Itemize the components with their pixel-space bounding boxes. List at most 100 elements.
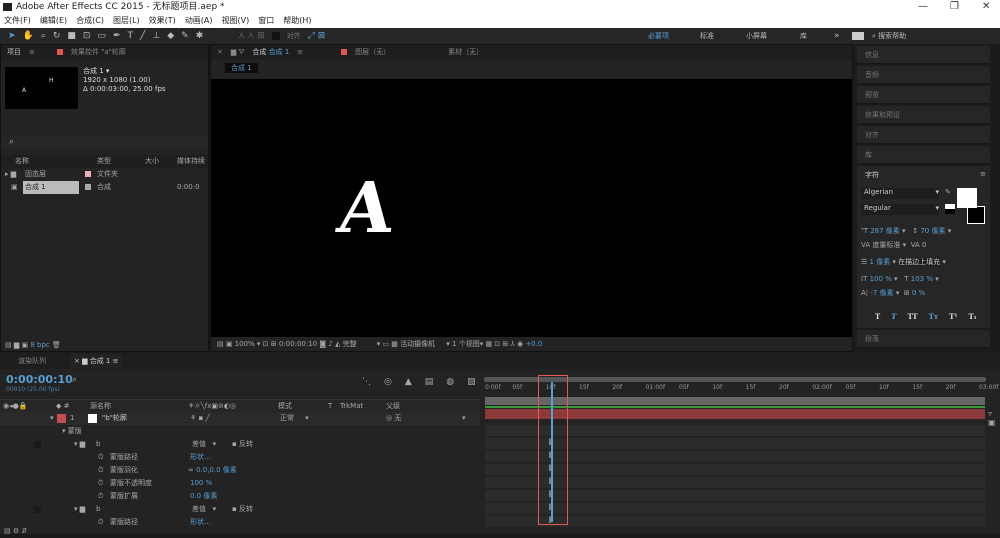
- camera-tool-icon[interactable]: ■: [67, 31, 76, 41]
- frame-blend-icon[interactable]: ▤: [425, 377, 434, 387]
- tracking-value[interactable]: 0: [922, 241, 926, 249]
- tsume-value[interactable]: 0 %: [912, 289, 925, 297]
- snapshot-icon[interactable]: ▤ ▣: [217, 340, 232, 348]
- font-family-dropdown[interactable]: Algerian ▾: [861, 188, 939, 199]
- rectangle-tool-icon[interactable]: ▭: [97, 31, 106, 41]
- stroke-width-value[interactable]: 1 像素: [870, 258, 891, 266]
- font-style-dropdown[interactable]: Regular ▾: [861, 204, 939, 215]
- clone-stamp-tool-icon[interactable]: ⊥: [152, 31, 160, 41]
- zoom-dropdown[interactable]: 100%: [235, 340, 255, 348]
- menu-layer[interactable]: 图层(L): [113, 14, 140, 28]
- menu-edit[interactable]: 编辑(E): [40, 14, 67, 28]
- mode-dropdown[interactable]: 正常 ▾: [280, 412, 309, 425]
- interpret-footage-icon[interactable]: ▤: [5, 341, 12, 349]
- subscript-button[interactable]: T₁: [968, 312, 976, 321]
- pan-behind-tool-icon[interactable]: ⊡: [83, 31, 91, 41]
- comp-flowchart-icon[interactable]: ⋱: [362, 377, 371, 387]
- menu-effect[interactable]: 效果(T): [149, 14, 176, 28]
- more-workspaces-icon[interactable]: »: [834, 31, 840, 41]
- panel-paragraph[interactable]: 段落: [857, 330, 990, 348]
- font-size-value[interactable]: 287 像素: [870, 227, 900, 235]
- axis-icons[interactable]: ⋏ ⋏ ⊞: [238, 31, 264, 41]
- workspace-library[interactable]: 库: [800, 31, 807, 41]
- kerning-value[interactable]: 度量标准: [872, 241, 900, 249]
- motion-blur-icon[interactable]: ◍: [446, 377, 454, 387]
- small-caps-button[interactable]: Tт: [929, 312, 939, 321]
- tab-effect-controls[interactable]: 效果控件 "a"轮廓: [71, 47, 126, 57]
- layer-row[interactable]: ▾ 1 "b"轮廓 ⚘ ▪ ╱ 正常 ▾ ◎ 无 ▾: [0, 412, 480, 425]
- baseline-shift-value[interactable]: -7 像素: [870, 289, 893, 297]
- camera-dropdown[interactable]: 活动摄像机: [400, 340, 435, 348]
- close-tab-icon[interactable]: ×: [217, 48, 223, 56]
- tab-project[interactable]: 项目: [7, 47, 21, 57]
- region-icon[interactable]: ⊡ ⊞: [263, 340, 277, 348]
- parent-dropdown[interactable]: ◎ 无: [386, 412, 401, 425]
- tab-composition[interactable]: 合成 合成 1: [252, 47, 289, 57]
- timeline-footer-icons[interactable]: ▤ ⚙ ⇵: [4, 525, 27, 538]
- faux-bold-button[interactable]: T: [875, 312, 880, 321]
- exposure-value[interactable]: +0.0: [525, 340, 542, 348]
- camera-icon[interactable]: ◙ ♪ ◭: [319, 340, 340, 348]
- graph-editor-icon[interactable]: ▨: [467, 377, 476, 387]
- mask-mode-dropdown[interactable]: 差值 ▾: [192, 503, 216, 516]
- roto-brush-tool-icon[interactable]: ✎: [181, 31, 189, 41]
- panel-menu-icon[interactable]: ≡: [980, 170, 986, 178]
- masks-group[interactable]: ▾ 蒙版: [62, 425, 82, 438]
- panel-align[interactable]: 对齐: [857, 126, 990, 144]
- maximize-button[interactable]: ❐: [950, 0, 959, 14]
- mask-path-value[interactable]: 形状...: [190, 451, 211, 464]
- col-duration[interactable]: 媒体持续: [177, 155, 205, 168]
- close-button[interactable]: ✕: [982, 0, 990, 14]
- col-type[interactable]: 类型: [97, 155, 111, 168]
- tab-layer[interactable]: 图层（无）: [355, 47, 390, 57]
- search-help-field[interactable]: ⌕ 搜索帮助: [872, 31, 906, 41]
- text-tool-icon[interactable]: T: [127, 31, 133, 41]
- delete-icon[interactable]: 🗑: [52, 341, 61, 349]
- menu-animation[interactable]: 动画(A): [185, 14, 213, 28]
- workspace-standard[interactable]: 标准: [700, 31, 714, 41]
- zoom-tool-icon[interactable]: ⌕: [41, 31, 46, 41]
- eraser-tool-icon[interactable]: ◆: [167, 31, 174, 41]
- default-colors-icon[interactable]: [945, 204, 955, 214]
- invert-checkbox[interactable]: ▪ 反转: [232, 438, 253, 451]
- workspace-essentials[interactable]: 必要项: [648, 31, 669, 41]
- timeline-search[interactable]: ⌕: [72, 375, 77, 385]
- resolution-dropdown[interactable]: 完整: [343, 340, 357, 348]
- stroke-mode-dropdown[interactable]: 在描边上填充: [898, 258, 941, 266]
- comp-info-name[interactable]: 合成 1 ▾: [83, 67, 166, 76]
- panel-effects-presets[interactable]: 效果和预设: [857, 106, 990, 124]
- workspace-small-screen[interactable]: 小屏幕: [746, 31, 767, 41]
- mask-mode-dropdown[interactable]: 差值 ▾: [192, 438, 216, 451]
- selection-tool-icon[interactable]: ➤: [8, 31, 16, 41]
- mask-expansion-value[interactable]: 0.0 像素: [190, 490, 217, 503]
- timeline-timecode[interactable]: 0:00:00:10: [6, 373, 73, 386]
- panel-preview[interactable]: 预览: [857, 86, 990, 104]
- project-item-folder[interactable]: ▸ ▆ 固态层 文件夹: [1, 168, 208, 181]
- project-item-comp[interactable]: ▣ 合成 1 合成 0:00:0: [1, 181, 208, 194]
- hide-shy-icon[interactable]: ▲: [405, 377, 412, 387]
- layer-label-color[interactable]: [57, 414, 66, 423]
- comp-breadcrumb[interactable]: 合成 1: [225, 63, 258, 73]
- mask-name[interactable]: b: [96, 438, 100, 451]
- project-search[interactable]: ⌕: [1, 135, 208, 149]
- panel-info[interactable]: 信息: [857, 46, 990, 64]
- expand-icon[interactable]: ▾: [50, 412, 54, 425]
- snap-icons[interactable]: ⤢ ⊠: [308, 31, 326, 41]
- vertical-scale-value[interactable]: 100 %: [870, 275, 892, 283]
- menu-view[interactable]: 视图(V): [222, 14, 250, 28]
- faux-italic-button[interactable]: T: [891, 312, 896, 321]
- menu-file[interactable]: 文件(F): [4, 14, 31, 28]
- mask-opacity-value[interactable]: 100 %: [190, 477, 212, 490]
- rotate-tool-icon[interactable]: ↻: [53, 31, 61, 41]
- tab-render-queue[interactable]: 渲染队列: [18, 356, 46, 366]
- menu-composition[interactable]: 合成(C): [76, 14, 104, 28]
- minimize-button[interactable]: —: [918, 0, 928, 14]
- layer-name[interactable]: "b"轮廓: [102, 412, 127, 425]
- hand-tool-icon[interactable]: ✋: [23, 31, 34, 41]
- eyedropper-icon[interactable]: ✎: [945, 188, 951, 196]
- fill-color-swatch[interactable]: [957, 188, 977, 208]
- text-layer-glyph[interactable]: A: [333, 166, 399, 249]
- horizontal-scale-value[interactable]: 103 %: [911, 275, 933, 283]
- mask-row[interactable]: ▾ ▆ b 差值 ▾ ▪ 反转: [0, 438, 480, 451]
- tab-footage[interactable]: 素材（无）: [448, 47, 483, 57]
